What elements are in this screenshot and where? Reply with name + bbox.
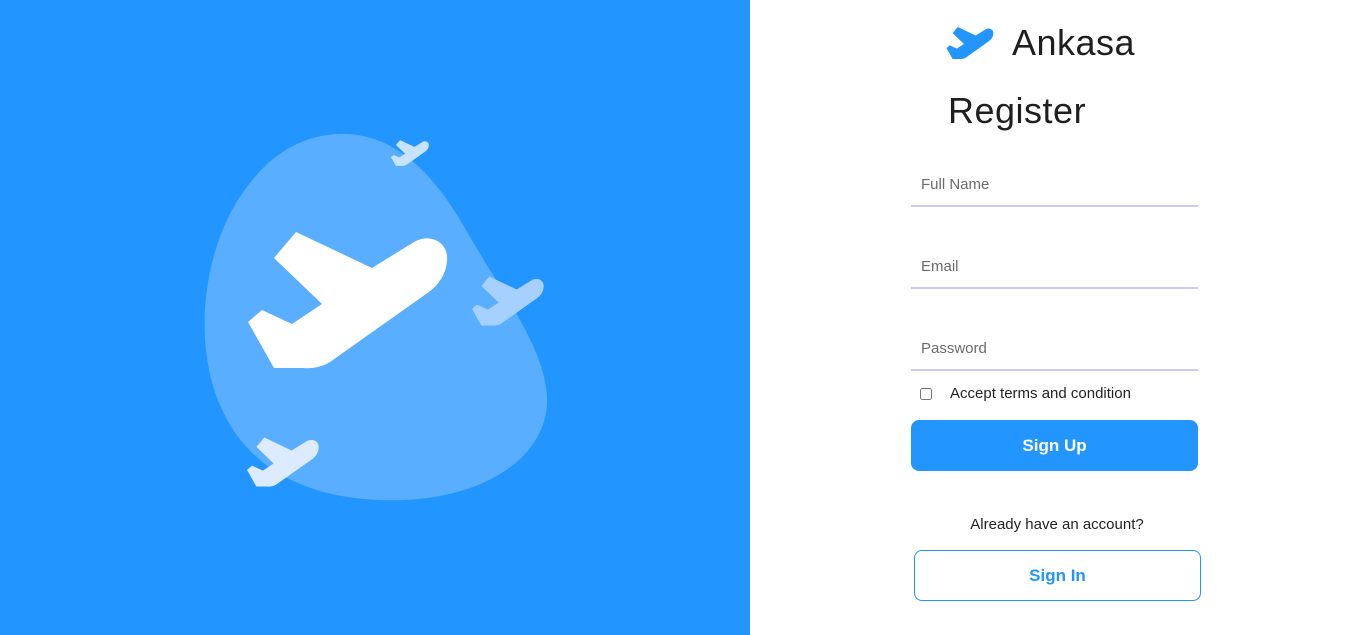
sign-up-button[interactable]: Sign Up <box>911 420 1198 471</box>
terms-row: Accept terms and condition <box>920 384 1131 404</box>
signin-prompt: Already have an account? <box>970 516 1144 533</box>
page-title: Register <box>948 90 1087 131</box>
airplane-icon <box>946 27 994 60</box>
sign-in-button[interactable]: Sign In <box>914 550 1201 601</box>
hero-panel <box>0 0 750 635</box>
terms-label: Accept terms and condition <box>950 385 1131 402</box>
hero-illustration <box>204 133 548 501</box>
password-field[interactable] <box>911 327 1198 371</box>
full-name-field[interactable] <box>911 163 1198 207</box>
register-panel: Ankasa Register Accept terms and conditi… <box>750 0 1365 635</box>
brand-name: Ankasa <box>1012 22 1136 63</box>
brand-logo: Ankasa <box>946 20 1135 66</box>
terms-checkbox[interactable] <box>920 388 932 400</box>
email-field[interactable] <box>911 245 1198 289</box>
